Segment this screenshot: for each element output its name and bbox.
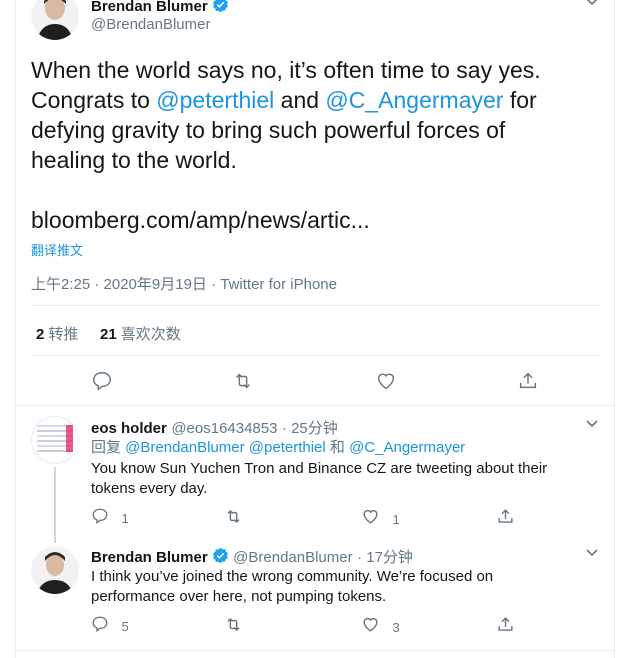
like-button[interactable] xyxy=(375,370,397,397)
reply-count: 1 xyxy=(121,511,129,526)
share-icon xyxy=(496,507,515,531)
tweet-text-fragment: and xyxy=(274,87,326,113)
replying-to-prefix: 回复 xyxy=(91,439,126,456)
likes-stat[interactable]: 21 喜欢次数 xyxy=(100,323,181,344)
mention-c-angermayer[interactable]: @C_Angermayer xyxy=(349,439,465,456)
translate-tweet-link[interactable]: 翻译推文 xyxy=(31,240,83,259)
reply-icon xyxy=(91,615,109,638)
reply-button[interactable]: 1 xyxy=(91,507,129,530)
reply-text-line: You know Sun Yuchen Tron and Binance CZ … xyxy=(91,460,548,477)
reply-text-line: I think you’ve joined the wrong communit… xyxy=(91,568,494,585)
retweets-count: 2 xyxy=(36,326,45,343)
reply-icon xyxy=(91,507,109,530)
retweets-stat[interactable]: 2 转推 xyxy=(36,323,78,344)
reply-button[interactable]: 5 xyxy=(91,615,129,638)
replying-to: 回复 @BrendanBlumer @peterthiel 和 @C_Anger… xyxy=(91,438,465,458)
likes-label: 喜欢次数 xyxy=(120,326,181,343)
tweet-text-fragment: Congrats to xyxy=(31,87,157,113)
like-icon xyxy=(361,615,380,639)
reply-text: You know Sun Yuchen Tron and Binance CZ … xyxy=(91,459,601,499)
verified-icon xyxy=(212,0,229,18)
share-icon xyxy=(496,615,515,639)
reply-button[interactable] xyxy=(91,370,113,397)
share-button[interactable] xyxy=(496,615,515,639)
tweet-text-line: healing to the world. xyxy=(31,147,237,173)
retweet-icon xyxy=(232,370,254,397)
reply-avatar[interactable] xyxy=(31,546,79,594)
like-button[interactable]: 1 xyxy=(361,507,400,531)
reply-time[interactable]: · 17分钟 xyxy=(357,549,413,566)
retweet-button[interactable] xyxy=(232,370,254,397)
reply-time[interactable]: · 25分钟 xyxy=(282,420,338,437)
mention-brendanblumer[interactable]: @BrendanBlumer xyxy=(125,439,244,456)
reply-count: 5 xyxy=(121,619,129,634)
reply-author-handle[interactable]: @BrendanBlumer xyxy=(233,549,352,566)
reply-icon xyxy=(91,370,113,397)
divider xyxy=(31,355,600,356)
author-name[interactable]: Brendan Blumer xyxy=(91,0,208,15)
chevron-down-icon[interactable] xyxy=(584,0,600,15)
mention-c-angermayer[interactable]: @C_Angermayer xyxy=(325,87,503,113)
retweet-icon xyxy=(224,507,243,531)
reply-header: eos holder @eos16434853 · 25分钟 xyxy=(91,417,338,438)
like-count: 3 xyxy=(392,619,400,635)
reply-header: Brendan Blumer @BrendanBlumer · 17分钟 xyxy=(91,546,413,569)
verified-icon xyxy=(212,547,229,569)
share-button[interactable] xyxy=(496,507,515,531)
share-icon xyxy=(517,370,539,397)
reply-author-name[interactable]: eos holder xyxy=(91,420,167,437)
retweet-icon xyxy=(224,615,243,639)
author-handle[interactable]: @BrendanBlumer xyxy=(91,16,210,33)
reply-author-handle[interactable]: @eos16434853 xyxy=(171,420,277,437)
like-icon xyxy=(361,507,380,531)
divider xyxy=(31,305,600,306)
like-count: 1 xyxy=(392,511,400,527)
tweet-text: When the world says no, it’s often time … xyxy=(31,55,601,175)
tweet-timestamp[interactable]: 上午2:25 · 2020年9月19日 · Twitter for iPhone xyxy=(31,273,337,294)
tweet-text-line: Congrats to @peterthiel and @C_Angermaye… xyxy=(31,85,601,115)
reply-text-line: tokens every day. xyxy=(91,480,208,497)
reply-avatar[interactable] xyxy=(31,416,79,464)
mention-peterthiel[interactable]: @peterthiel xyxy=(245,439,326,456)
mention-peterthiel[interactable]: @peterthiel xyxy=(156,87,274,113)
reply-text: I think you’ve joined the wrong communit… xyxy=(91,567,601,607)
reply-author-name[interactable]: Brendan Blumer xyxy=(91,549,208,566)
retweets-label: 转推 xyxy=(48,326,79,343)
likes-count: 21 xyxy=(100,326,117,343)
divider xyxy=(16,405,614,406)
retweet-button[interactable] xyxy=(224,507,243,531)
thread-connector xyxy=(54,467,56,543)
like-icon xyxy=(375,370,397,397)
replying-to-and: 和 xyxy=(325,439,350,456)
article-link[interactable]: bloomberg.com/amp/news/artic... xyxy=(31,205,370,235)
divider xyxy=(16,650,614,651)
tweet-text-line: When the world says no, it’s often time … xyxy=(31,57,541,83)
chevron-down-icon[interactable] xyxy=(584,416,600,437)
chevron-down-icon[interactable] xyxy=(584,545,600,566)
tweet-text-line: defying gravity to bring such powerful f… xyxy=(31,117,506,143)
like-button[interactable]: 3 xyxy=(361,615,400,639)
tweet-text-fragment: for xyxy=(503,87,537,113)
share-button[interactable] xyxy=(517,370,539,397)
retweet-button[interactable] xyxy=(224,615,243,639)
reply-text-line: performance over here, not pumping token… xyxy=(91,588,387,605)
